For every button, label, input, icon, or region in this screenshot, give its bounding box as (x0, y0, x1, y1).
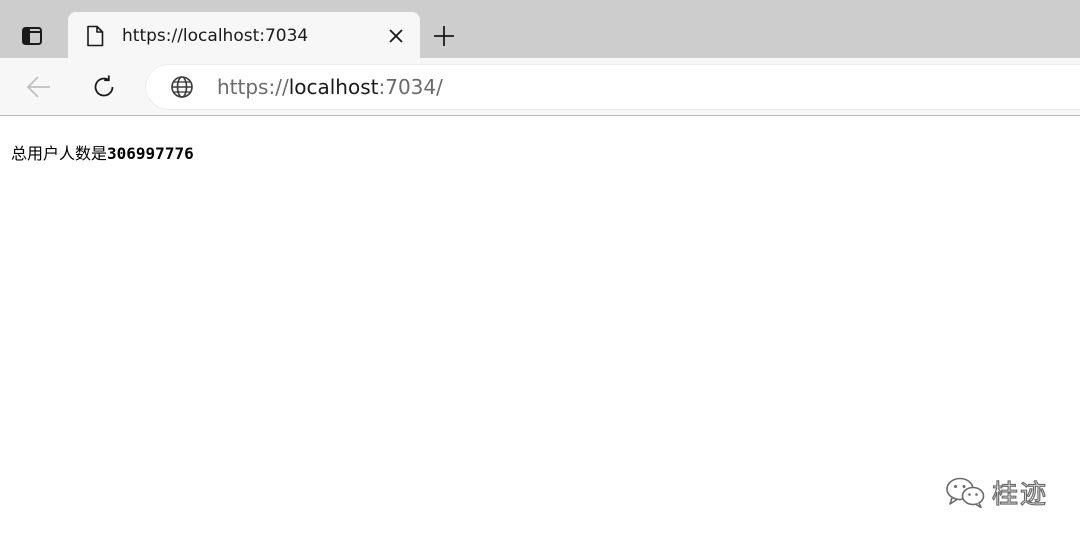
reload-icon (94, 75, 114, 97)
active-tab[interactable]: https://localhost:7034 (68, 12, 420, 58)
browser-window: https://localhost:7034 https://localhost… (0, 0, 1080, 540)
wechat-logo-icon (944, 475, 988, 509)
tab-actions-icon (22, 27, 42, 45)
toolbar: https://localhost:7034/ (0, 58, 1080, 116)
user-count-value: 306997776 (107, 144, 194, 163)
tab-close-button[interactable] (384, 24, 408, 48)
user-count-text: 总用户人数是306997776 (11, 140, 194, 164)
address-bar[interactable]: https://localhost:7034/ (146, 65, 1080, 109)
document-icon (84, 24, 106, 48)
url-host: localhost (288, 75, 379, 99)
watermark: 桂迹 (944, 474, 1048, 510)
back-button[interactable] (24, 72, 54, 102)
tab-strip: https://localhost:7034 (0, 0, 1080, 58)
tab-title: https://localhost:7034 (122, 26, 309, 46)
url-scheme: https:// (217, 75, 289, 99)
tab-actions-button[interactable] (16, 20, 48, 52)
watermark-text: 桂迹 (991, 479, 1049, 510)
url-text[interactable]: https://localhost:7034/ (217, 75, 443, 99)
page-content: 总用户人数是306997776 (0, 116, 1080, 540)
plus-icon (434, 26, 454, 46)
url-port-path: :7034/ (378, 75, 443, 99)
user-count-label: 总用户人数是 (11, 144, 108, 163)
reload-button[interactable] (88, 72, 120, 102)
arrow-left-icon (26, 76, 50, 98)
globe-icon[interactable] (170, 75, 194, 99)
close-icon (389, 29, 403, 43)
new-tab-button[interactable] (430, 22, 458, 50)
